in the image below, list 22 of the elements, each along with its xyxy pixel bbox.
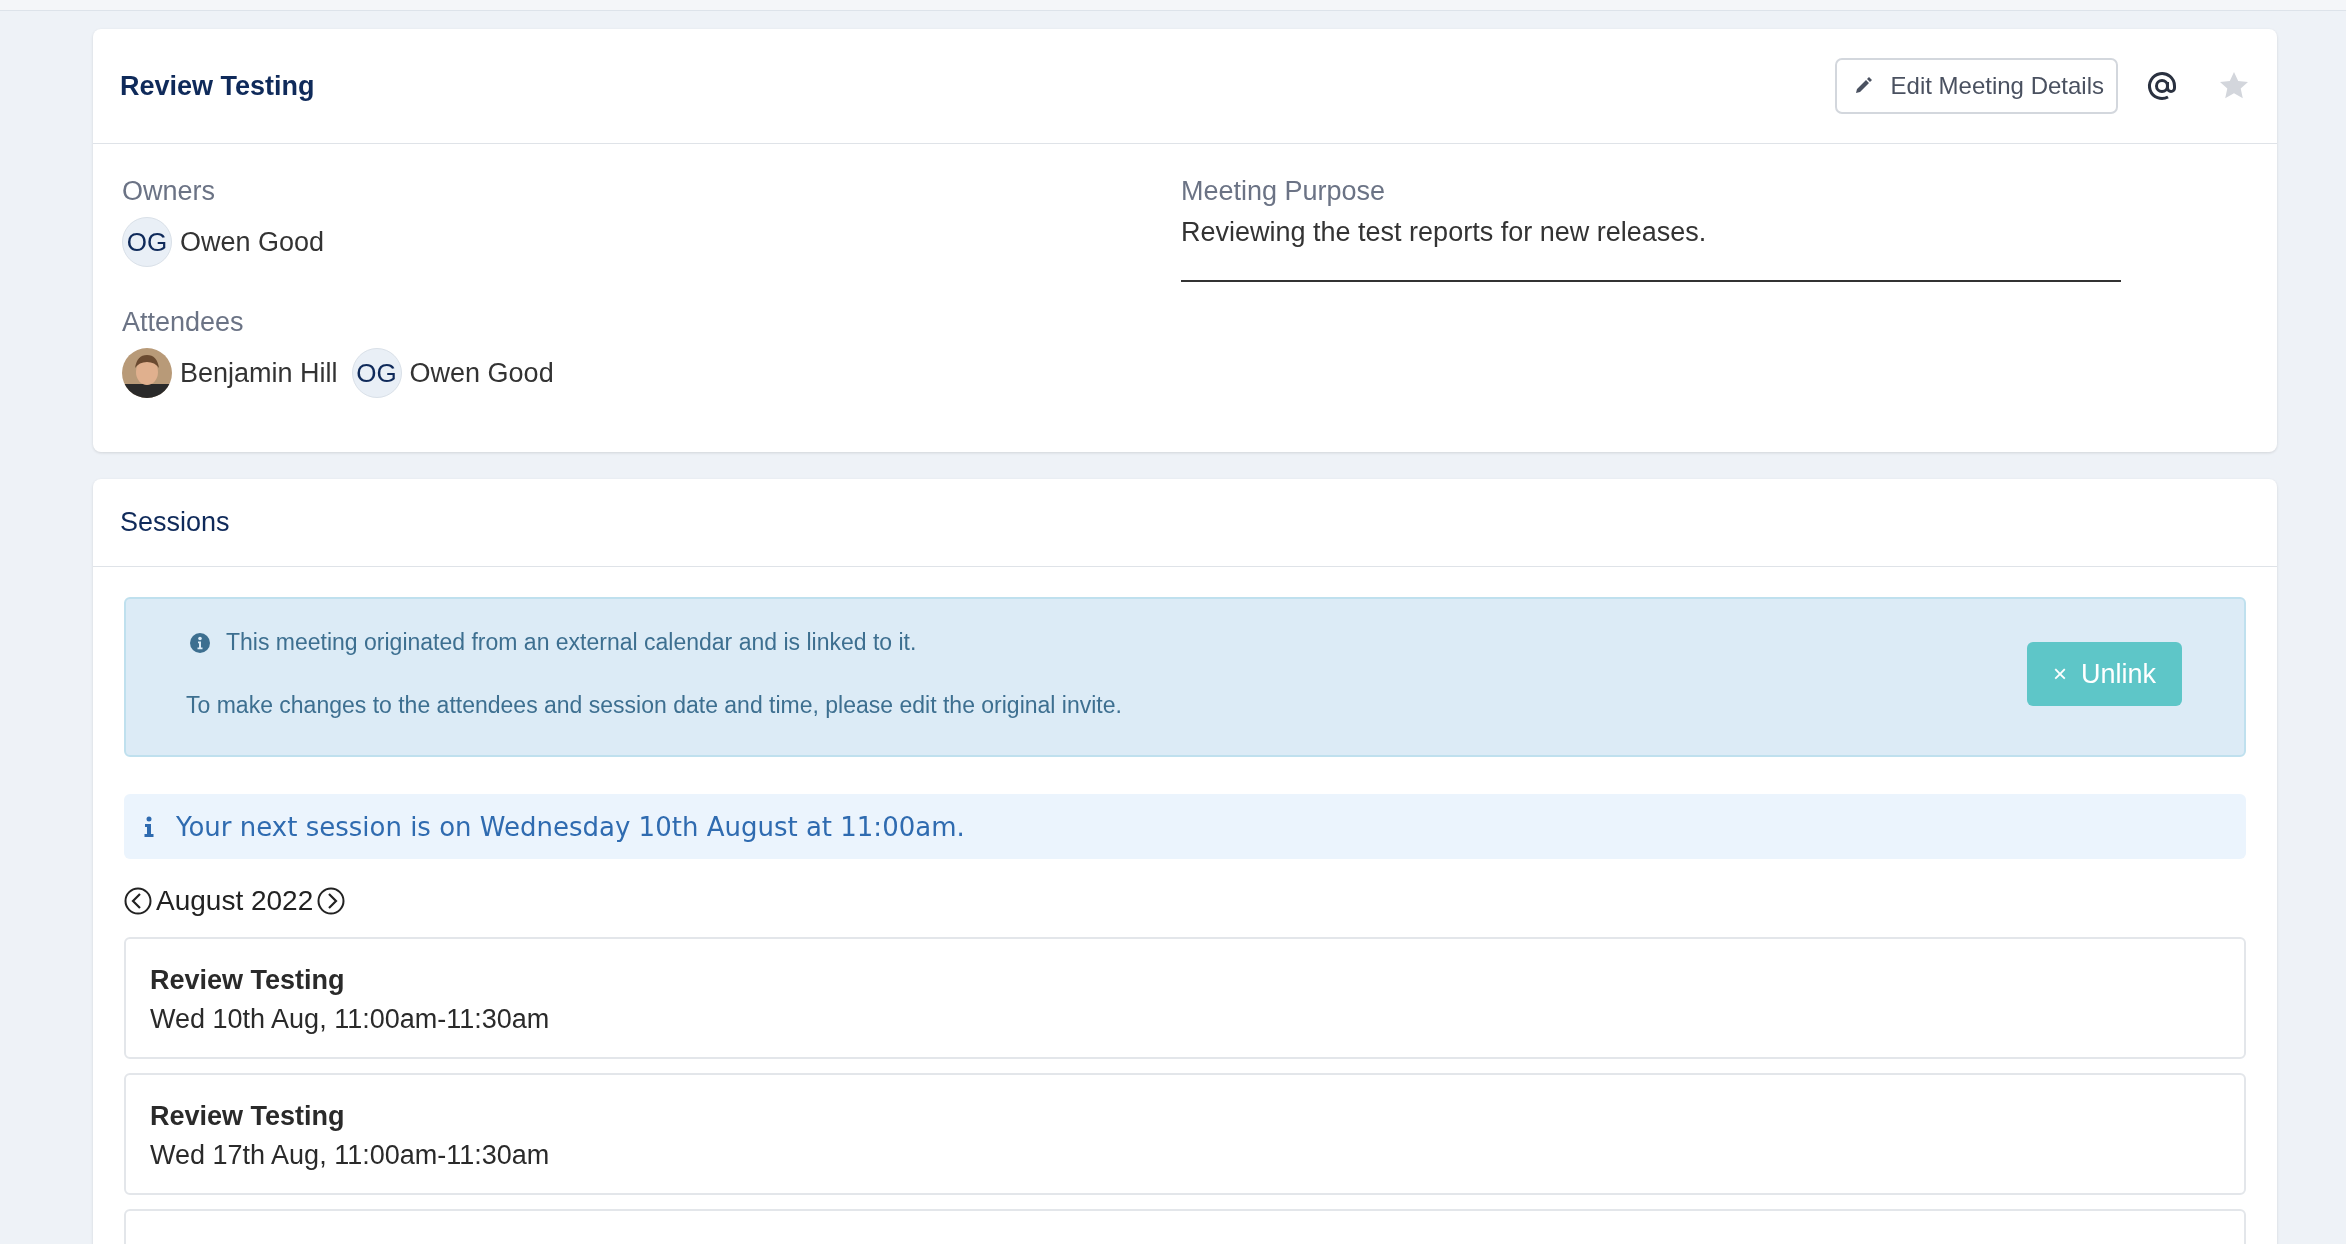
- section-title: Sessions: [120, 507, 230, 538]
- field-label: Attendees: [122, 307, 245, 338]
- notice-text: To make changes to the attendees and session date and time, please edit the original invite.: [186, 692, 1123, 719]
- initials-avatar: OG: [122, 217, 172, 267]
- person-name: Owen Good: [180, 226, 325, 258]
- person-name: Benjamin Hill: [180, 357, 338, 389]
- notice-text: This meeting originated from an external calendar and is linked to it.: [226, 629, 917, 656]
- edit-meeting-button[interactable]: Edit Meeting Details: [1834, 58, 2118, 114]
- field-label: Owners: [122, 176, 217, 207]
- session-card[interactable]: Review Testing Wed 10th Aug, 11:00am-11:30am: [124, 937, 2246, 1059]
- next-session-text: Your next session is on Wednesday 10th August at 11:00am.: [176, 811, 965, 842]
- session-time: Wed 17th Aug, 11:00am-11:30am: [150, 1140, 551, 1171]
- session-time: Wed 10th Aug, 11:00am-11:30am: [150, 1004, 551, 1035]
- session-title: Review Testing: [150, 965, 346, 996]
- purpose-text: Reviewing the test reports for new releases.: [1181, 217, 1707, 247]
- session-title: Review Testing: [150, 1101, 346, 1132]
- initials-avatar: OG: [351, 348, 402, 398]
- session-card[interactable]: Review Testing Wed 17th Aug, 11:00am-11:30am: [124, 1073, 2246, 1195]
- person-name: Owen Good: [409, 357, 554, 389]
- month-label: August 2022: [156, 885, 314, 917]
- field-label: Meeting Purpose: [1181, 176, 1387, 207]
- meeting-title: Review Testing: [120, 70, 315, 102]
